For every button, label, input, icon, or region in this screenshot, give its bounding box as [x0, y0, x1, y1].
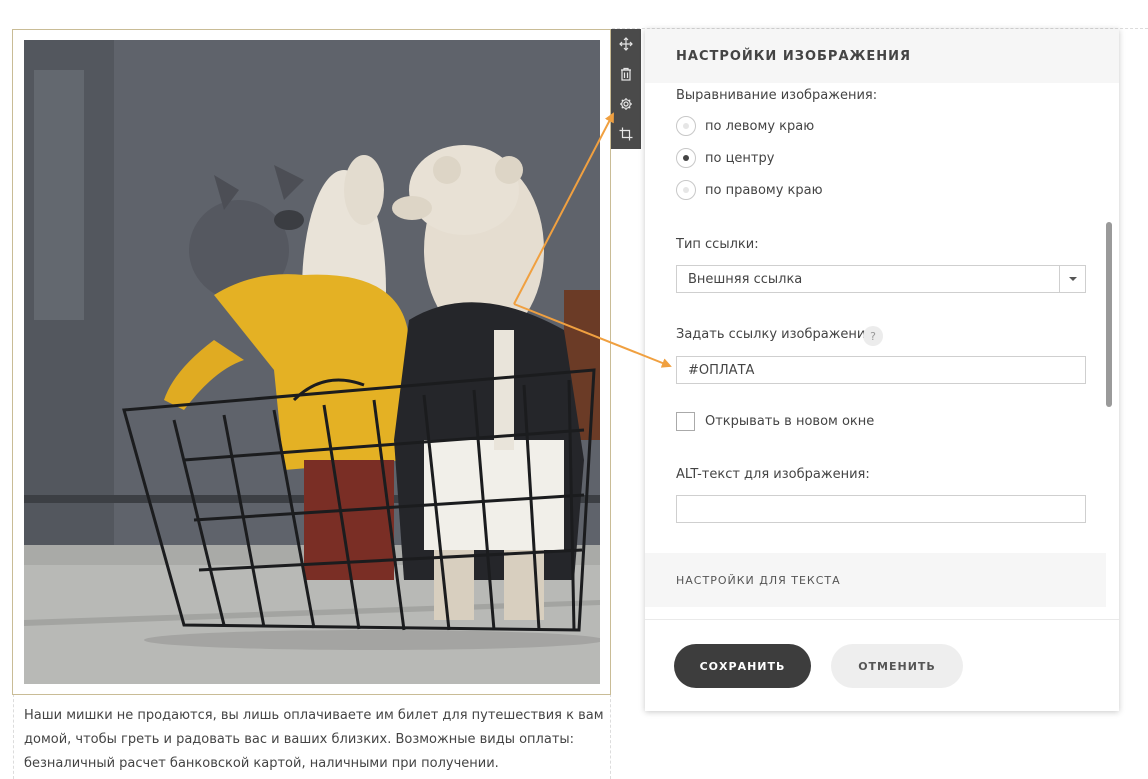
radio-button[interactable]	[676, 116, 696, 136]
radio-button[interactable]	[676, 180, 696, 200]
radio-label: по правому краю	[705, 182, 823, 198]
link-type-label: Тип ссылки:	[676, 237, 759, 252]
guide-line	[13, 694, 14, 779]
new-window-checkbox-row[interactable]: Открывать в новом окне	[676, 412, 874, 431]
panel-scrollbar[interactable]	[1106, 222, 1112, 407]
image-toolbar	[611, 29, 641, 149]
link-type-select[interactable]: Внешняя ссылка	[676, 265, 1086, 293]
caption-line: Наши мишки не продаются, вы лишь оплачив…	[24, 708, 604, 723]
new-window-label: Открывать в новом окне	[705, 414, 875, 429]
cancel-button[interactable]: ОТМЕНИТЬ	[831, 644, 963, 688]
chevron-down-icon[interactable]	[1059, 266, 1085, 292]
trash-icon[interactable]	[611, 59, 641, 89]
link-input[interactable]	[676, 356, 1086, 384]
align-left-radio[interactable]: по левому краю	[676, 115, 814, 137]
alt-input[interactable]	[676, 495, 1086, 523]
guide-line	[610, 694, 611, 779]
image-settings-panel: НАСТРОЙКИ ИЗОБРАЖЕНИЯ Выравнивание изобр…	[645, 29, 1119, 711]
link-type-value: Внешняя ссылка	[688, 272, 803, 287]
caption-line: безналичный расчет банковской картой, на…	[24, 756, 499, 771]
text-settings-section[interactable]: НАСТРОЙКИ ДЛЯ ТЕКСТА	[645, 553, 1106, 607]
caption-line: домой, чтобы греть и радовать вас и ваши…	[24, 732, 575, 747]
radio-label: по левому краю	[705, 118, 815, 134]
image-photo[interactable]	[24, 40, 600, 684]
footer-divider	[645, 619, 1119, 620]
alt-label: ALT-текст для изображения:	[676, 467, 870, 482]
new-window-checkbox[interactable]	[676, 412, 695, 431]
crop-icon[interactable]	[611, 119, 641, 149]
save-button[interactable]: СОХРАНИТЬ	[674, 644, 811, 688]
move-icon[interactable]	[611, 29, 641, 59]
link-label: Задать ссылку изображению:	[676, 327, 881, 342]
gear-icon[interactable]	[611, 89, 641, 119]
help-icon[interactable]: ?	[863, 326, 883, 346]
panel-title: НАСТРОЙКИ ИЗОБРАЖЕНИЯ	[645, 29, 1119, 83]
align-right-radio[interactable]: по правому краю	[676, 179, 823, 201]
image-block[interactable]	[12, 29, 611, 695]
radio-label: по центру	[705, 150, 775, 166]
align-center-radio[interactable]: по центру	[676, 147, 774, 169]
alignment-label: Выравнивание изображения:	[676, 88, 878, 103]
editor-canvas: Наши мишки не продаются, вы лишь оплачив…	[0, 0, 1148, 779]
image-caption[interactable]: Наши мишки не продаются, вы лишь оплачив…	[24, 704, 604, 776]
radio-button[interactable]	[676, 148, 696, 168]
